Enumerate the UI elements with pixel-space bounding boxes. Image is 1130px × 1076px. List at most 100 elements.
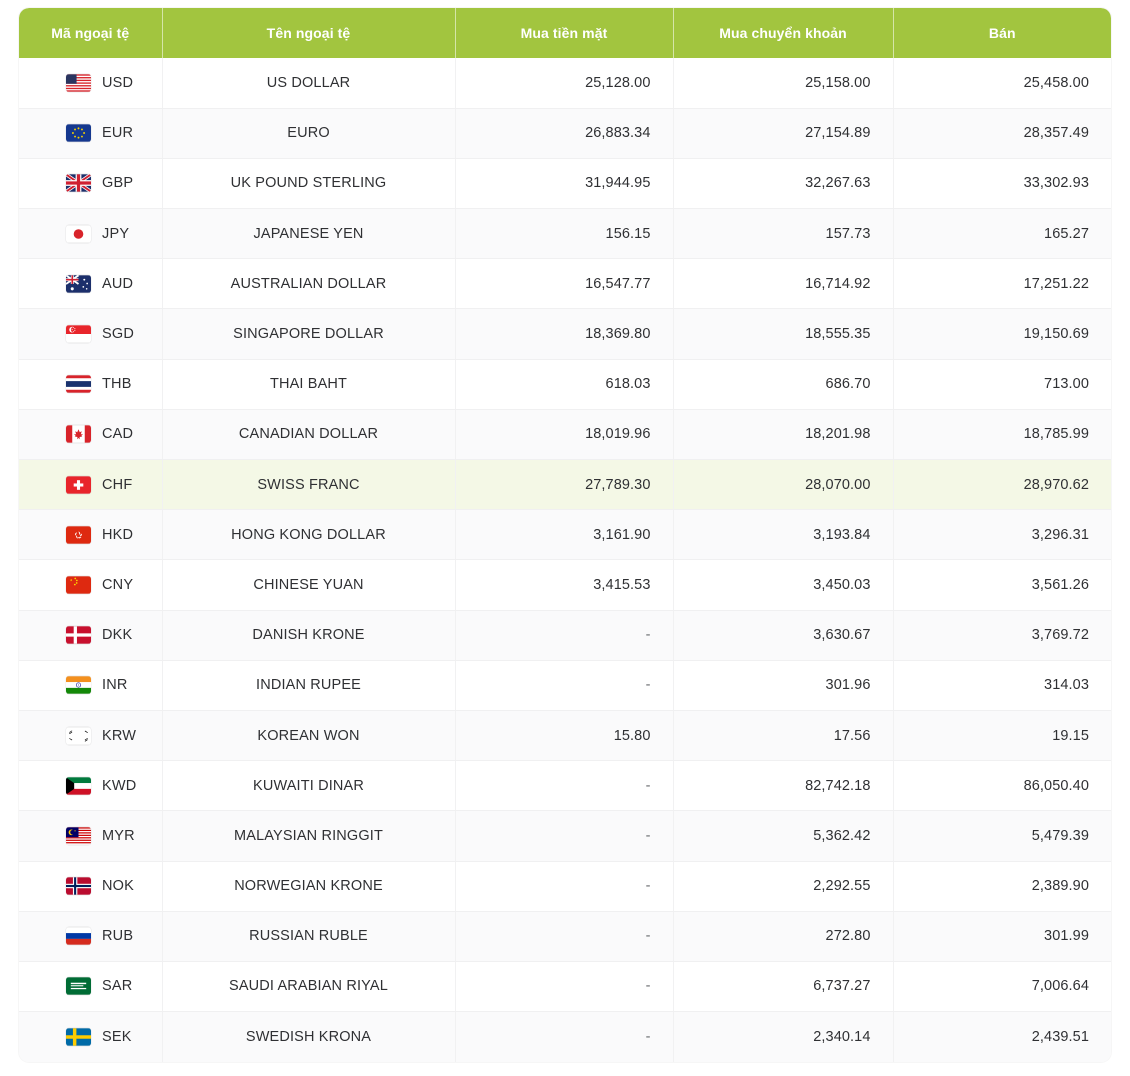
table-row[interactable]: KWDKUWAITI DINAR-82,742.1886,050.40	[19, 761, 1111, 811]
cell-cash-buy-rate: -	[455, 1012, 673, 1062]
currency-code-label: DKK	[102, 627, 132, 643]
currency-code-label: JPY	[102, 226, 129, 242]
cell-cash-buy-rate: 27,789.30	[455, 460, 673, 510]
table-row[interactable]: EUREURO26,883.3427,154.8928,357.49	[19, 108, 1111, 158]
currency-code-label: USD	[102, 75, 133, 91]
column-header-cash-buy[interactable]: Mua tiền mặt	[455, 8, 673, 58]
cell-currency-name: INDIAN RUPEE	[162, 660, 455, 710]
currency-code-label: HKD	[102, 527, 133, 543]
cell-transfer-buy-rate: 18,555.35	[673, 309, 893, 359]
currency-code-label: CAD	[102, 426, 133, 442]
cell-cash-buy-rate: 156.15	[455, 209, 673, 259]
cell-transfer-buy-rate: 82,742.18	[673, 761, 893, 811]
cell-cash-buy-rate: -	[455, 811, 673, 861]
cell-transfer-buy-rate: 3,450.03	[673, 560, 893, 610]
cell-sell-rate: 3,296.31	[893, 510, 1111, 560]
currency-code-label: MYR	[102, 828, 135, 844]
cell-currency-name: RUSSIAN RUBLE	[162, 911, 455, 961]
table-row[interactable]: CHFSWISS FRANC27,789.3028,070.0028,970.6…	[19, 460, 1111, 510]
table-row[interactable]: HKDHONG KONG DOLLAR3,161.903,193.843,296…	[19, 510, 1111, 560]
table-row[interactable]: CNYCHINESE YUAN3,415.533,450.033,561.26	[19, 560, 1111, 610]
cell-currency-name: DANISH KRONE	[162, 610, 455, 660]
cell-sell-rate: 19,150.69	[893, 309, 1111, 359]
cell-sell-rate: 2,389.90	[893, 861, 1111, 911]
cell-sell-rate: 25,458.00	[893, 58, 1111, 108]
flag-kr-icon	[66, 727, 91, 745]
cell-cash-buy-rate: -	[455, 761, 673, 811]
flag-jp-icon	[66, 225, 91, 243]
table-row[interactable]: SEKSWEDISH KRONA-2,340.142,439.51	[19, 1012, 1111, 1062]
cell-transfer-buy-rate: 16,714.92	[673, 259, 893, 309]
table-row[interactable]: KRWKOREAN WON15.8017.5619.15	[19, 710, 1111, 760]
exchange-rate-table: Mã ngoại tệ Tên ngoại tệ Mua tiền mặt Mu…	[19, 8, 1111, 1062]
cell-currency-code: SAR	[19, 961, 162, 1011]
table-row[interactable]: SARSAUDI ARABIAN RIYAL-6,737.277,006.64	[19, 961, 1111, 1011]
flag-my-icon	[66, 827, 91, 845]
cell-currency-name: HONG KONG DOLLAR	[162, 510, 455, 560]
cell-currency-code: CAD	[19, 409, 162, 459]
cell-transfer-buy-rate: 686.70	[673, 359, 893, 409]
cell-transfer-buy-rate: 272.80	[673, 911, 893, 961]
column-header-currency-code[interactable]: Mã ngoại tệ	[19, 8, 162, 58]
cell-currency-name: KOREAN WON	[162, 710, 455, 760]
currency-code-label: CHF	[102, 477, 132, 493]
table-row[interactable]: NOKNORWEGIAN KRONE-2,292.552,389.90	[19, 861, 1111, 911]
flag-no-icon	[66, 877, 91, 895]
cell-transfer-buy-rate: 25,158.00	[673, 58, 893, 108]
flag-th-icon	[66, 375, 91, 393]
cell-cash-buy-rate: 31,944.95	[455, 158, 673, 208]
cell-cash-buy-rate: 18,369.80	[455, 309, 673, 359]
cell-currency-name: THAI BAHT	[162, 359, 455, 409]
exchange-rate-table-container: Mã ngoại tệ Tên ngoại tệ Mua tiền mặt Mu…	[0, 0, 1130, 1076]
table-row[interactable]: RUBRUSSIAN RUBLE-272.80301.99	[19, 911, 1111, 961]
cell-currency-code: USD	[19, 58, 162, 108]
cell-currency-name: CANADIAN DOLLAR	[162, 409, 455, 459]
flag-eu-icon	[66, 124, 91, 142]
cell-sell-rate: 314.03	[893, 660, 1111, 710]
column-header-sell[interactable]: Bán	[893, 8, 1111, 58]
table-row[interactable]: DKKDANISH KRONE-3,630.673,769.72	[19, 610, 1111, 660]
table-row[interactable]: SGDSINGAPORE DOLLAR18,369.8018,555.3519,…	[19, 309, 1111, 359]
currency-code-label: KWD	[102, 778, 136, 794]
cell-transfer-buy-rate: 28,070.00	[673, 460, 893, 510]
cell-cash-buy-rate: 18,019.96	[455, 409, 673, 459]
cell-transfer-buy-rate: 27,154.89	[673, 108, 893, 158]
cell-currency-name: KUWAITI DINAR	[162, 761, 455, 811]
cell-currency-code: JPY	[19, 209, 162, 259]
table-row[interactable]: AUDAUSTRALIAN DOLLAR16,547.7716,714.9217…	[19, 259, 1111, 309]
cell-transfer-buy-rate: 3,630.67	[673, 610, 893, 660]
cell-currency-name: EURO	[162, 108, 455, 158]
cell-sell-rate: 17,251.22	[893, 259, 1111, 309]
currency-code-label: SEK	[102, 1029, 132, 1045]
cell-sell-rate: 3,769.72	[893, 610, 1111, 660]
column-header-transfer-buy[interactable]: Mua chuyển khoản	[673, 8, 893, 58]
table-row[interactable]: INRINDIAN RUPEE-301.96314.03	[19, 660, 1111, 710]
cell-currency-name: MALAYSIAN RINGGIT	[162, 811, 455, 861]
table-row[interactable]: GBPUK POUND STERLING31,944.9532,267.6333…	[19, 158, 1111, 208]
table-body: USDUS DOLLAR25,128.0025,158.0025,458.00E…	[19, 58, 1111, 1062]
cell-sell-rate: 33,302.93	[893, 158, 1111, 208]
cell-currency-name: SWISS FRANC	[162, 460, 455, 510]
currency-code-label: KRW	[102, 728, 136, 744]
cell-sell-rate: 2,439.51	[893, 1012, 1111, 1062]
flag-ru-icon	[66, 927, 91, 945]
cell-currency-code: KRW	[19, 710, 162, 760]
cell-cash-buy-rate: 16,547.77	[455, 259, 673, 309]
cell-transfer-buy-rate: 157.73	[673, 209, 893, 259]
cell-sell-rate: 18,785.99	[893, 409, 1111, 459]
cell-currency-code: INR	[19, 660, 162, 710]
cell-currency-code: CHF	[19, 460, 162, 510]
table-row[interactable]: CADCANADIAN DOLLAR18,019.9618,201.9818,7…	[19, 409, 1111, 459]
table-row[interactable]: MYRMALAYSIAN RINGGIT-5,362.425,479.39	[19, 811, 1111, 861]
cell-currency-code: SEK	[19, 1012, 162, 1062]
table-row[interactable]: THBTHAI BAHT618.03686.70713.00	[19, 359, 1111, 409]
cell-currency-name: SWEDISH KRONA	[162, 1012, 455, 1062]
cell-currency-code: MYR	[19, 811, 162, 861]
column-header-currency-name[interactable]: Tên ngoại tệ	[162, 8, 455, 58]
cell-transfer-buy-rate: 5,362.42	[673, 811, 893, 861]
flag-in-icon	[66, 676, 91, 694]
cell-currency-name: SINGAPORE DOLLAR	[162, 309, 455, 359]
cell-currency-code: AUD	[19, 259, 162, 309]
table-row[interactable]: JPYJAPANESE YEN156.15157.73165.27	[19, 209, 1111, 259]
table-row[interactable]: USDUS DOLLAR25,128.0025,158.0025,458.00	[19, 58, 1111, 108]
